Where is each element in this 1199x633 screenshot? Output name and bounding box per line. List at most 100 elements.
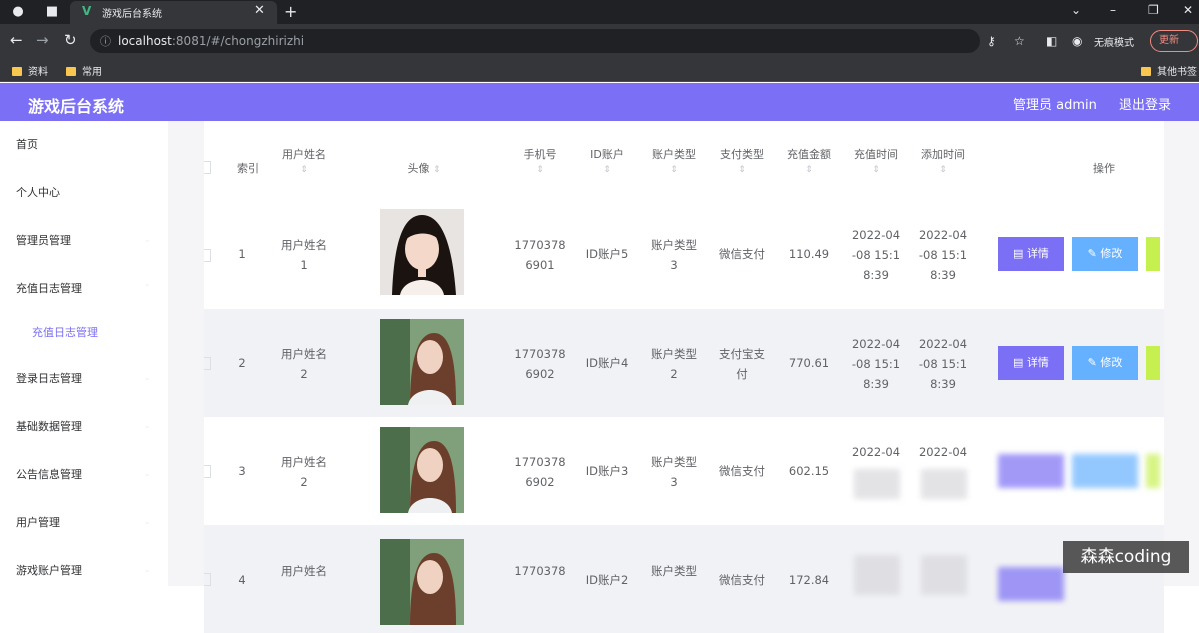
row-checkbox[interactable]	[204, 249, 211, 262]
side-panel-icon[interactable]: ◧	[1046, 34, 1057, 48]
cell-account-id: ID账户4	[585, 356, 629, 370]
table-row: 3 用户姓名 2 1770378 6902 ID账户3 账户类型 3 微信支付 602…	[204, 417, 1164, 525]
table-row: 1 用户姓名 1 1770378 6901 ID账户5 账户类型 3 微信支付 110…	[204, 201, 1164, 309]
th-add-time[interactable]: 添加时间 ⇕	[913, 146, 973, 175]
logout-button[interactable]: 退出登录	[1119, 94, 1171, 113]
th-recharge-time[interactable]: 充值时间 ⇕	[846, 146, 906, 175]
row-checkbox[interactable]	[204, 465, 211, 478]
sidebar-item-game-account[interactable]: 游戏账户管理	[16, 562, 82, 578]
edit-button[interactable]: ✎ 修改	[1072, 346, 1138, 380]
sidebar-item-home[interactable]: 首页	[16, 136, 38, 152]
sort-icon: ⇕	[300, 165, 308, 175]
close-window-icon[interactable]: ✕	[1183, 3, 1193, 17]
bookmark-folder-1[interactable]: 资料	[12, 63, 48, 78]
cell-phone: 1770378 6902	[514, 455, 566, 489]
sort-icon: ⇕	[670, 165, 678, 175]
sidebar-item-login-log[interactable]: 登录日志管理	[16, 370, 82, 386]
reload-icon[interactable]: ↻	[64, 31, 77, 49]
th-index: 索引	[237, 162, 259, 175]
browser-globe-icon[interactable]: ●	[10, 4, 26, 20]
cell-recharge-time: 2022-04	[851, 445, 901, 459]
cell-index: 3	[238, 464, 246, 478]
site-info-icon[interactable]: ⓘ	[100, 33, 111, 49]
sort-icon: ⇕	[603, 165, 611, 175]
tab-close-icon[interactable]: ✕	[254, 3, 265, 18]
cell-pay-type: 微信支付	[719, 573, 765, 587]
restore-icon[interactable]: ❐	[1148, 3, 1159, 17]
main-content: 索引 用户姓名 ⇕ 头像 ⇕ 手机号 ⇕ ID账户 ⇕ 账户类型 ⇕ 支付类型 ⇕ 充值金…	[168, 121, 1199, 633]
th-account-id[interactable]: ID账户 ⇕	[577, 146, 637, 175]
detail-button[interactable]: ▤ 详情	[998, 237, 1064, 271]
row-checkbox[interactable]	[204, 573, 211, 586]
bookmark-star-icon[interactable]: ☆	[1014, 34, 1025, 48]
cell-pay-type: 微信支付	[719, 464, 765, 478]
avatar-image	[380, 209, 464, 295]
folder-icon	[12, 67, 22, 76]
th-phone[interactable]: 手机号 ⇕	[510, 146, 570, 175]
cell-account-type: 账户类型	[651, 564, 697, 578]
blurred-cell	[854, 469, 900, 499]
detail-button[interactable]: ▤ 详情	[998, 346, 1064, 380]
incognito-label: 无痕模式	[1094, 38, 1134, 49]
cell-index: 2	[238, 356, 246, 370]
sidebar-item-notice[interactable]: 公告信息管理	[16, 466, 82, 482]
sidebar-item-profile[interactable]: 个人中心	[16, 184, 60, 200]
other-bookmarks[interactable]: 其他书签	[1141, 63, 1197, 78]
cell-amount: 602.15	[788, 464, 830, 478]
folder-icon	[1141, 67, 1151, 76]
tab-overview-icon[interactable]: ■	[44, 4, 60, 20]
avatar-image	[380, 319, 464, 405]
sidebar-item-admin[interactable]: 管理员管理	[16, 232, 71, 248]
sort-icon: ⇕	[939, 165, 947, 175]
cell-username: 用户姓名 1	[281, 238, 327, 272]
th-amount[interactable]: 充值金额 ⇕	[779, 146, 839, 175]
cell-account-type: 账户类型 2	[651, 347, 697, 381]
th-username[interactable]: 用户姓名 ⇕	[274, 146, 334, 175]
cell-index: 4	[238, 573, 246, 587]
detail-button[interactable]	[998, 567, 1064, 601]
tab-search-icon[interactable]: ⌄	[1071, 3, 1081, 17]
cell-add-time: 2022-04 -08 15:1 8:39	[918, 228, 968, 282]
new-tab-icon[interactable]: +	[284, 2, 297, 21]
delete-button[interactable]	[1146, 454, 1160, 488]
watermark: 森森coding	[1063, 541, 1189, 573]
cell-phone: 1770378	[514, 564, 566, 578]
delete-button[interactable]	[1146, 346, 1160, 380]
password-key-icon[interactable]: ⚷	[987, 34, 996, 48]
sidebar-item-users[interactable]: 用户管理	[16, 514, 60, 530]
browser-tab-strip: ● ■ V 游戏后台系统 ✕ + ⌄ – ❐ ✕	[0, 0, 1199, 24]
delete-button[interactable]	[1146, 237, 1160, 271]
vue-favicon-icon: V	[82, 4, 92, 18]
browser-tab-active[interactable]: V 游戏后台系统 ✕	[70, 1, 277, 24]
cell-username: 用户姓名 2	[281, 455, 327, 489]
chevron-down-icon: ⌄	[144, 517, 151, 526]
recharge-log-table: 索引 用户姓名 ⇕ 头像 ⇕ 手机号 ⇕ ID账户 ⇕ 账户类型 ⇕ 支付类型 ⇕ 充值金…	[204, 121, 1164, 633]
sidebar-item-basic-data[interactable]: 基础数据管理	[16, 418, 82, 434]
th-actions: 操作	[1093, 162, 1115, 175]
address-bar[interactable]: ⓘ localhost:8081/#/chongzhirizhi	[90, 29, 980, 53]
edit-button[interactable]: ✎ 修改	[1072, 237, 1138, 271]
bookmark-folder-2[interactable]: 常用	[66, 63, 102, 78]
detail-button[interactable]	[998, 454, 1064, 488]
back-icon[interactable]: ←	[10, 31, 23, 49]
update-button[interactable]: 更新	[1150, 30, 1198, 52]
table-header: 索引 用户姓名 ⇕ 头像 ⇕ 手机号 ⇕ ID账户 ⇕ 账户类型 ⇕ 支付类型 ⇕ 充值金…	[204, 131, 1164, 209]
edit-button[interactable]	[1072, 454, 1138, 488]
th-avatar[interactable]: 头像 ⇕	[384, 160, 464, 176]
forward-icon[interactable]: →	[36, 31, 49, 49]
row-checkbox[interactable]	[204, 357, 211, 370]
th-pay-type[interactable]: 支付类型 ⇕	[712, 146, 772, 175]
admin-user-label: 管理员 admin	[1013, 98, 1097, 113]
minimize-icon[interactable]: –	[1110, 3, 1116, 17]
browser-toolbar: ← → ↻ ⓘ localhost:8081/#/chongzhirizhi ⚷…	[0, 24, 1199, 58]
th-account-type[interactable]: 账户类型 ⇕	[644, 146, 704, 175]
sidebar-item-recharge-log[interactable]: 充值日志管理	[16, 280, 82, 296]
sidebar-subitem-recharge-log[interactable]: 充值日志管理	[32, 324, 98, 340]
cell-amount: 172.84	[788, 573, 830, 587]
url-text[interactable]: localhost:8081/#/chongzhirizhi	[118, 34, 304, 48]
select-all-checkbox[interactable]	[204, 161, 211, 174]
folder-icon	[66, 67, 76, 76]
bookmarks-bar: 资料 常用 其他书签	[0, 58, 1199, 82]
blurred-cell	[854, 555, 900, 595]
cell-amount: 770.61	[788, 356, 830, 370]
